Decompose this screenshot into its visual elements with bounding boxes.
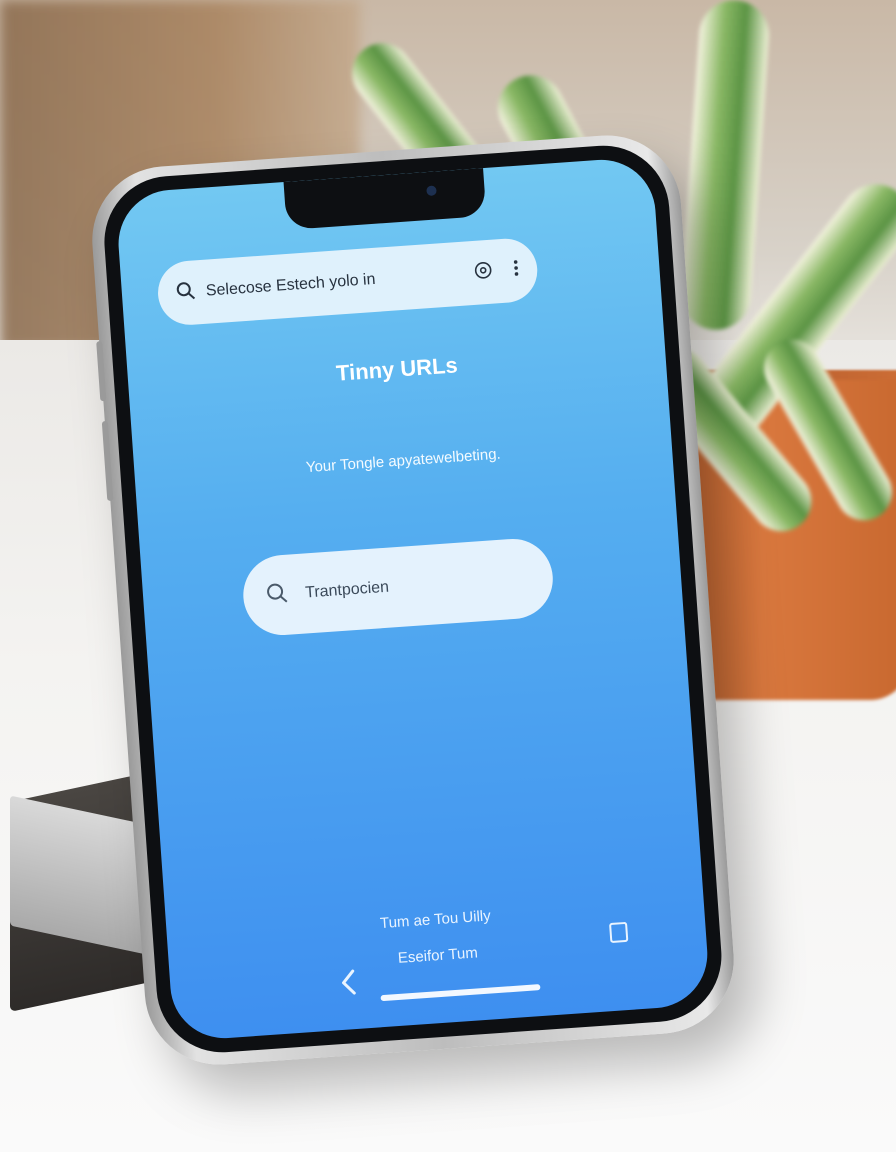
main-search-bar[interactable]: Trantpocien [240,536,556,638]
more-vert-icon[interactable] [512,257,520,282]
page-title: Tinny URLs [335,352,459,386]
search-icon [264,580,290,611]
phone-screen: Selecose Estech yolo in Tinny URLs Your … [114,156,711,1042]
plant-leaf [678,0,772,333]
front-camera [426,185,437,197]
page-subtitle: Your Tongle apyatewelbeting. [305,445,502,477]
home-indicator[interactable] [380,984,541,1002]
chevron-left-icon[interactable] [340,969,358,1001]
search-icon [175,280,197,306]
top-search-text: Selecose Estech yolo in [205,270,377,300]
smartphone: Selecose Estech yolo in Tinny URLs Your … [87,130,739,1070]
top-search-bar[interactable]: Selecose Estech yolo in [155,236,540,327]
info-icon[interactable] [472,259,494,285]
square-icon[interactable] [607,920,631,950]
main-search-text: Trantpocien [304,578,390,602]
